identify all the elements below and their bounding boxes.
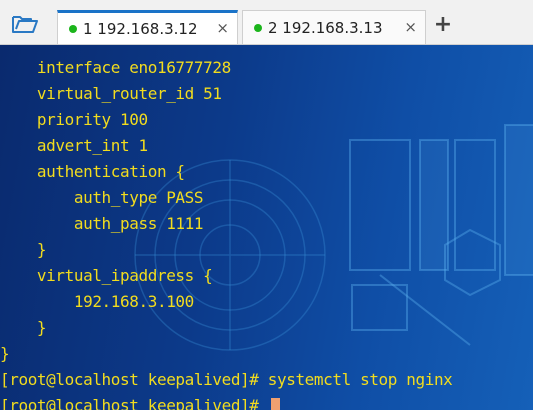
terminal-line: auth_pass 1111 <box>0 214 204 233</box>
terminal-line: 192.168.3.100 <box>0 292 194 311</box>
terminal-line: advert_int 1 <box>0 136 148 155</box>
terminal-line: interface eno16777728 <box>0 58 231 77</box>
tab-label: 1 192.168.3.12 <box>83 19 198 38</box>
tab-label: 2 192.168.3.13 <box>268 18 383 37</box>
terminal-prompt-line[interactable]: [root@localhost keepalived]# <box>0 393 452 410</box>
terminal-pane[interactable]: interface eno16777728 virtual_router_id … <box>0 45 533 410</box>
terminal-line: } <box>0 318 47 337</box>
terminal-app-window: 1 192.168.3.12 × 2 192.168.3.13 × + inte… <box>0 0 533 410</box>
tab-bar: 1 192.168.3.12 × 2 192.168.3.13 × + <box>0 0 533 45</box>
terminal-line: [root@localhost keepalived]# systemctl s… <box>0 370 453 389</box>
terminal-line: } <box>0 240 47 259</box>
close-tab-icon[interactable]: × <box>404 20 417 35</box>
folder-open-icon <box>12 16 38 33</box>
terminal-line: auth_type PASS <box>0 188 204 207</box>
tab-session-1[interactable]: 1 192.168.3.12 × <box>57 10 238 44</box>
add-tab-button[interactable]: + <box>432 14 454 36</box>
terminal-line: priority 100 <box>0 110 148 129</box>
text-cursor <box>270 397 280 410</box>
tab-session-2[interactable]: 2 192.168.3.13 × <box>242 10 426 44</box>
connected-status-dot <box>69 24 77 33</box>
terminal-line: authentication { <box>0 162 185 181</box>
terminal-line: virtual_ipaddress { <box>0 266 213 285</box>
open-session-button[interactable] <box>8 12 42 36</box>
shell-prompt: [root@localhost keepalived]# <box>0 396 268 410</box>
terminal-output: interface eno16777728 virtual_router_id … <box>0 55 453 410</box>
connected-status-dot <box>254 23 262 32</box>
terminal-line: virtual_router_id 51 <box>0 84 222 103</box>
close-tab-icon[interactable]: × <box>216 21 229 36</box>
terminal-line: } <box>0 344 10 363</box>
